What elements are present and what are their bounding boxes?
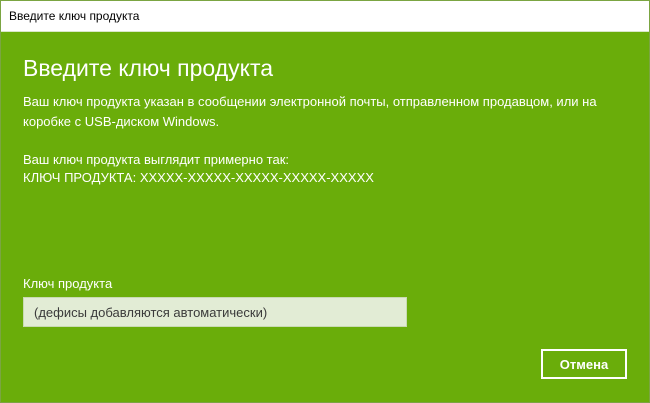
- product-key-dialog: Введите ключ продукта Введите ключ проду…: [0, 0, 650, 403]
- product-key-label: Ключ продукта: [23, 276, 113, 291]
- page-title: Введите ключ продукта: [23, 55, 274, 81]
- description-text: Ваш ключ продукта указан в сообщении эле…: [23, 94, 597, 129]
- example-intro-text: Ваш ключ продукта выглядит примерно так:: [23, 152, 290, 167]
- title-bar[interactable]: Введите ключ продукта: [1, 1, 649, 32]
- example-key-text: КЛЮЧ ПРОДУКТА: XXXXX-XXXXX-XXXXX-XXXXX-X…: [23, 170, 374, 185]
- product-key-input[interactable]: [23, 297, 407, 327]
- dialog-content: Введите ключ продукта Ваш ключ продукта …: [1, 32, 649, 402]
- cancel-button[interactable]: Отмена: [541, 349, 627, 379]
- window-title: Введите ключ продукта: [9, 9, 140, 23]
